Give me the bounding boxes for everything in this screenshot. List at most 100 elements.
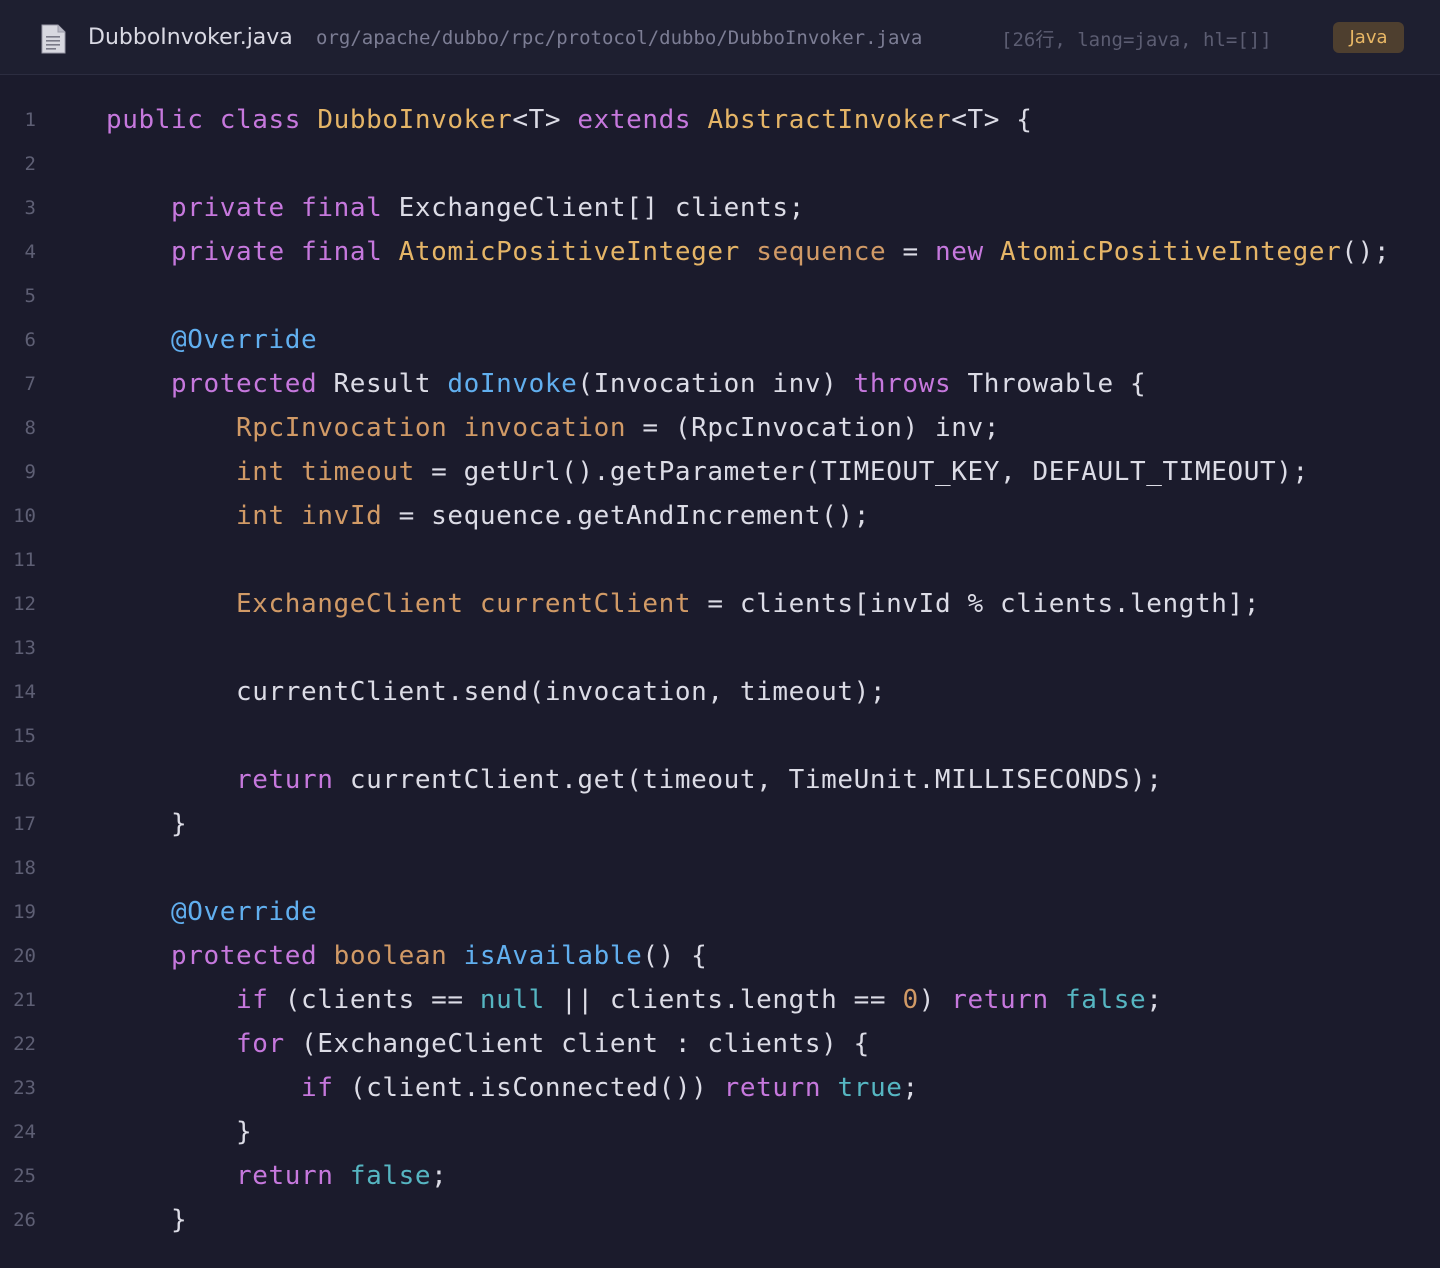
code-token: private bbox=[171, 193, 285, 223]
code-token: 0 bbox=[902, 985, 919, 1015]
code-token: null bbox=[479, 985, 545, 1015]
code-token: true bbox=[837, 1073, 903, 1103]
code-token: AtomicPositiveInteger bbox=[1000, 237, 1342, 267]
code-token: invId bbox=[301, 501, 383, 531]
code-token: } bbox=[106, 1205, 188, 1235]
line-number: 10 bbox=[13, 505, 36, 527]
code-token: } bbox=[106, 1117, 253, 1147]
code-token: (Invocation inv) bbox=[577, 369, 854, 399]
code-line: 18 bbox=[0, 846, 1440, 890]
line-source: protected boolean isAvailable() { bbox=[106, 934, 707, 978]
line-source: private final AtomicPositiveInteger sequ… bbox=[106, 230, 1390, 274]
code-token: protected bbox=[171, 941, 318, 971]
code-line: 24 } bbox=[0, 1110, 1440, 1154]
code-line: 3 private final ExchangeClient[] clients… bbox=[0, 186, 1440, 230]
line-number: 18 bbox=[13, 857, 36, 879]
code-line: 9 int timeout = getUrl().getParameter(TI… bbox=[0, 450, 1440, 494]
code-token: if bbox=[301, 1073, 334, 1103]
code-token: = getUrl().getParameter(TIMEOUT_KEY, DEF… bbox=[414, 457, 1309, 487]
code-token: ExchangeClient[] clients; bbox=[382, 193, 805, 223]
code-token: return bbox=[723, 1073, 822, 1103]
line-number: 3 bbox=[24, 197, 36, 219]
line-source: if (client.isConnected()) return true; bbox=[106, 1066, 919, 1110]
code-token: (); bbox=[1341, 237, 1391, 267]
code-line: 14 currentClient.send(invocation, timeou… bbox=[0, 670, 1440, 714]
code-token: timeout bbox=[301, 457, 415, 487]
code-line: 5 bbox=[0, 274, 1440, 318]
code-token: = sequence.getAndIncrement(); bbox=[382, 501, 870, 531]
line-number: 11 bbox=[13, 549, 36, 571]
code-line: 13 bbox=[0, 626, 1440, 670]
code-token: false bbox=[349, 1161, 432, 1191]
line-source: protected Result doInvoke(Invocation inv… bbox=[106, 362, 1146, 406]
code-token: final bbox=[301, 237, 383, 267]
code-token: currentClient bbox=[479, 589, 692, 619]
code-token: AtomicPositiveInteger bbox=[398, 237, 740, 267]
line-number: 12 bbox=[13, 593, 36, 615]
code-token: class bbox=[219, 105, 302, 135]
code-line: 11 bbox=[0, 538, 1440, 582]
code-token: @Override bbox=[171, 325, 318, 355]
code-line: 7 protected Result doInvoke(Invocation i… bbox=[0, 362, 1440, 406]
file-name: DubboInvoker.java bbox=[88, 25, 293, 50]
code-line: 25 return false; bbox=[0, 1154, 1440, 1198]
line-number: 2 bbox=[24, 153, 36, 175]
code-token: isAvailable bbox=[463, 941, 643, 971]
code-token: new bbox=[935, 237, 984, 267]
line-number: 4 bbox=[24, 241, 36, 263]
code-line: 19 @Override bbox=[0, 890, 1440, 934]
code-token: } bbox=[106, 809, 188, 839]
line-source: return false; bbox=[106, 1154, 447, 1198]
line-number: 20 bbox=[13, 945, 36, 967]
line-number: 19 bbox=[13, 901, 36, 923]
line-number: 16 bbox=[13, 769, 36, 791]
code-token: return bbox=[951, 985, 1049, 1015]
code-token: AbstractInvoker bbox=[707, 105, 952, 135]
code-line: 12 ExchangeClient currentClient = client… bbox=[0, 582, 1440, 626]
line-source: public class DubboInvoker<T> extends Abs… bbox=[106, 98, 1033, 142]
line-number: 13 bbox=[13, 637, 36, 659]
line-number: 8 bbox=[24, 417, 36, 439]
code-token: if bbox=[236, 985, 269, 1015]
code-token: private bbox=[171, 237, 285, 267]
code-line: 21 if (clients == null || clients.length… bbox=[0, 978, 1440, 1022]
line-number: 22 bbox=[13, 1033, 36, 1055]
line-source: @Override bbox=[106, 890, 317, 934]
code-token: <T> bbox=[512, 105, 578, 135]
line-number: 5 bbox=[24, 285, 36, 307]
code-token: (ExchangeClient client : clients) { bbox=[284, 1029, 870, 1059]
code-line: 2 bbox=[0, 142, 1440, 186]
code-line: 22 for (ExchangeClient client : clients)… bbox=[0, 1022, 1440, 1066]
code-token: for bbox=[236, 1029, 285, 1059]
line-number: 9 bbox=[24, 461, 36, 483]
file-header: DubboInvoker.java org/apache/dubbo/rpc/p… bbox=[0, 0, 1440, 75]
code-token: doInvoke bbox=[447, 369, 578, 399]
line-source: RpcInvocation invocation = (RpcInvocatio… bbox=[106, 406, 1000, 450]
line-number: 21 bbox=[13, 989, 36, 1011]
code-viewer: DubboInvoker.java org/apache/dubbo/rpc/p… bbox=[0, 0, 1440, 1268]
code-line: 23 if (client.isConnected()) return true… bbox=[0, 1066, 1440, 1110]
code-token: throws bbox=[853, 369, 952, 399]
code-line: 6 @Override bbox=[0, 318, 1440, 362]
line-source: int invId = sequence.getAndIncrement(); bbox=[106, 494, 870, 538]
line-source: ExchangeClient currentClient = clients[i… bbox=[106, 582, 1260, 626]
code-token: int bbox=[236, 501, 285, 531]
